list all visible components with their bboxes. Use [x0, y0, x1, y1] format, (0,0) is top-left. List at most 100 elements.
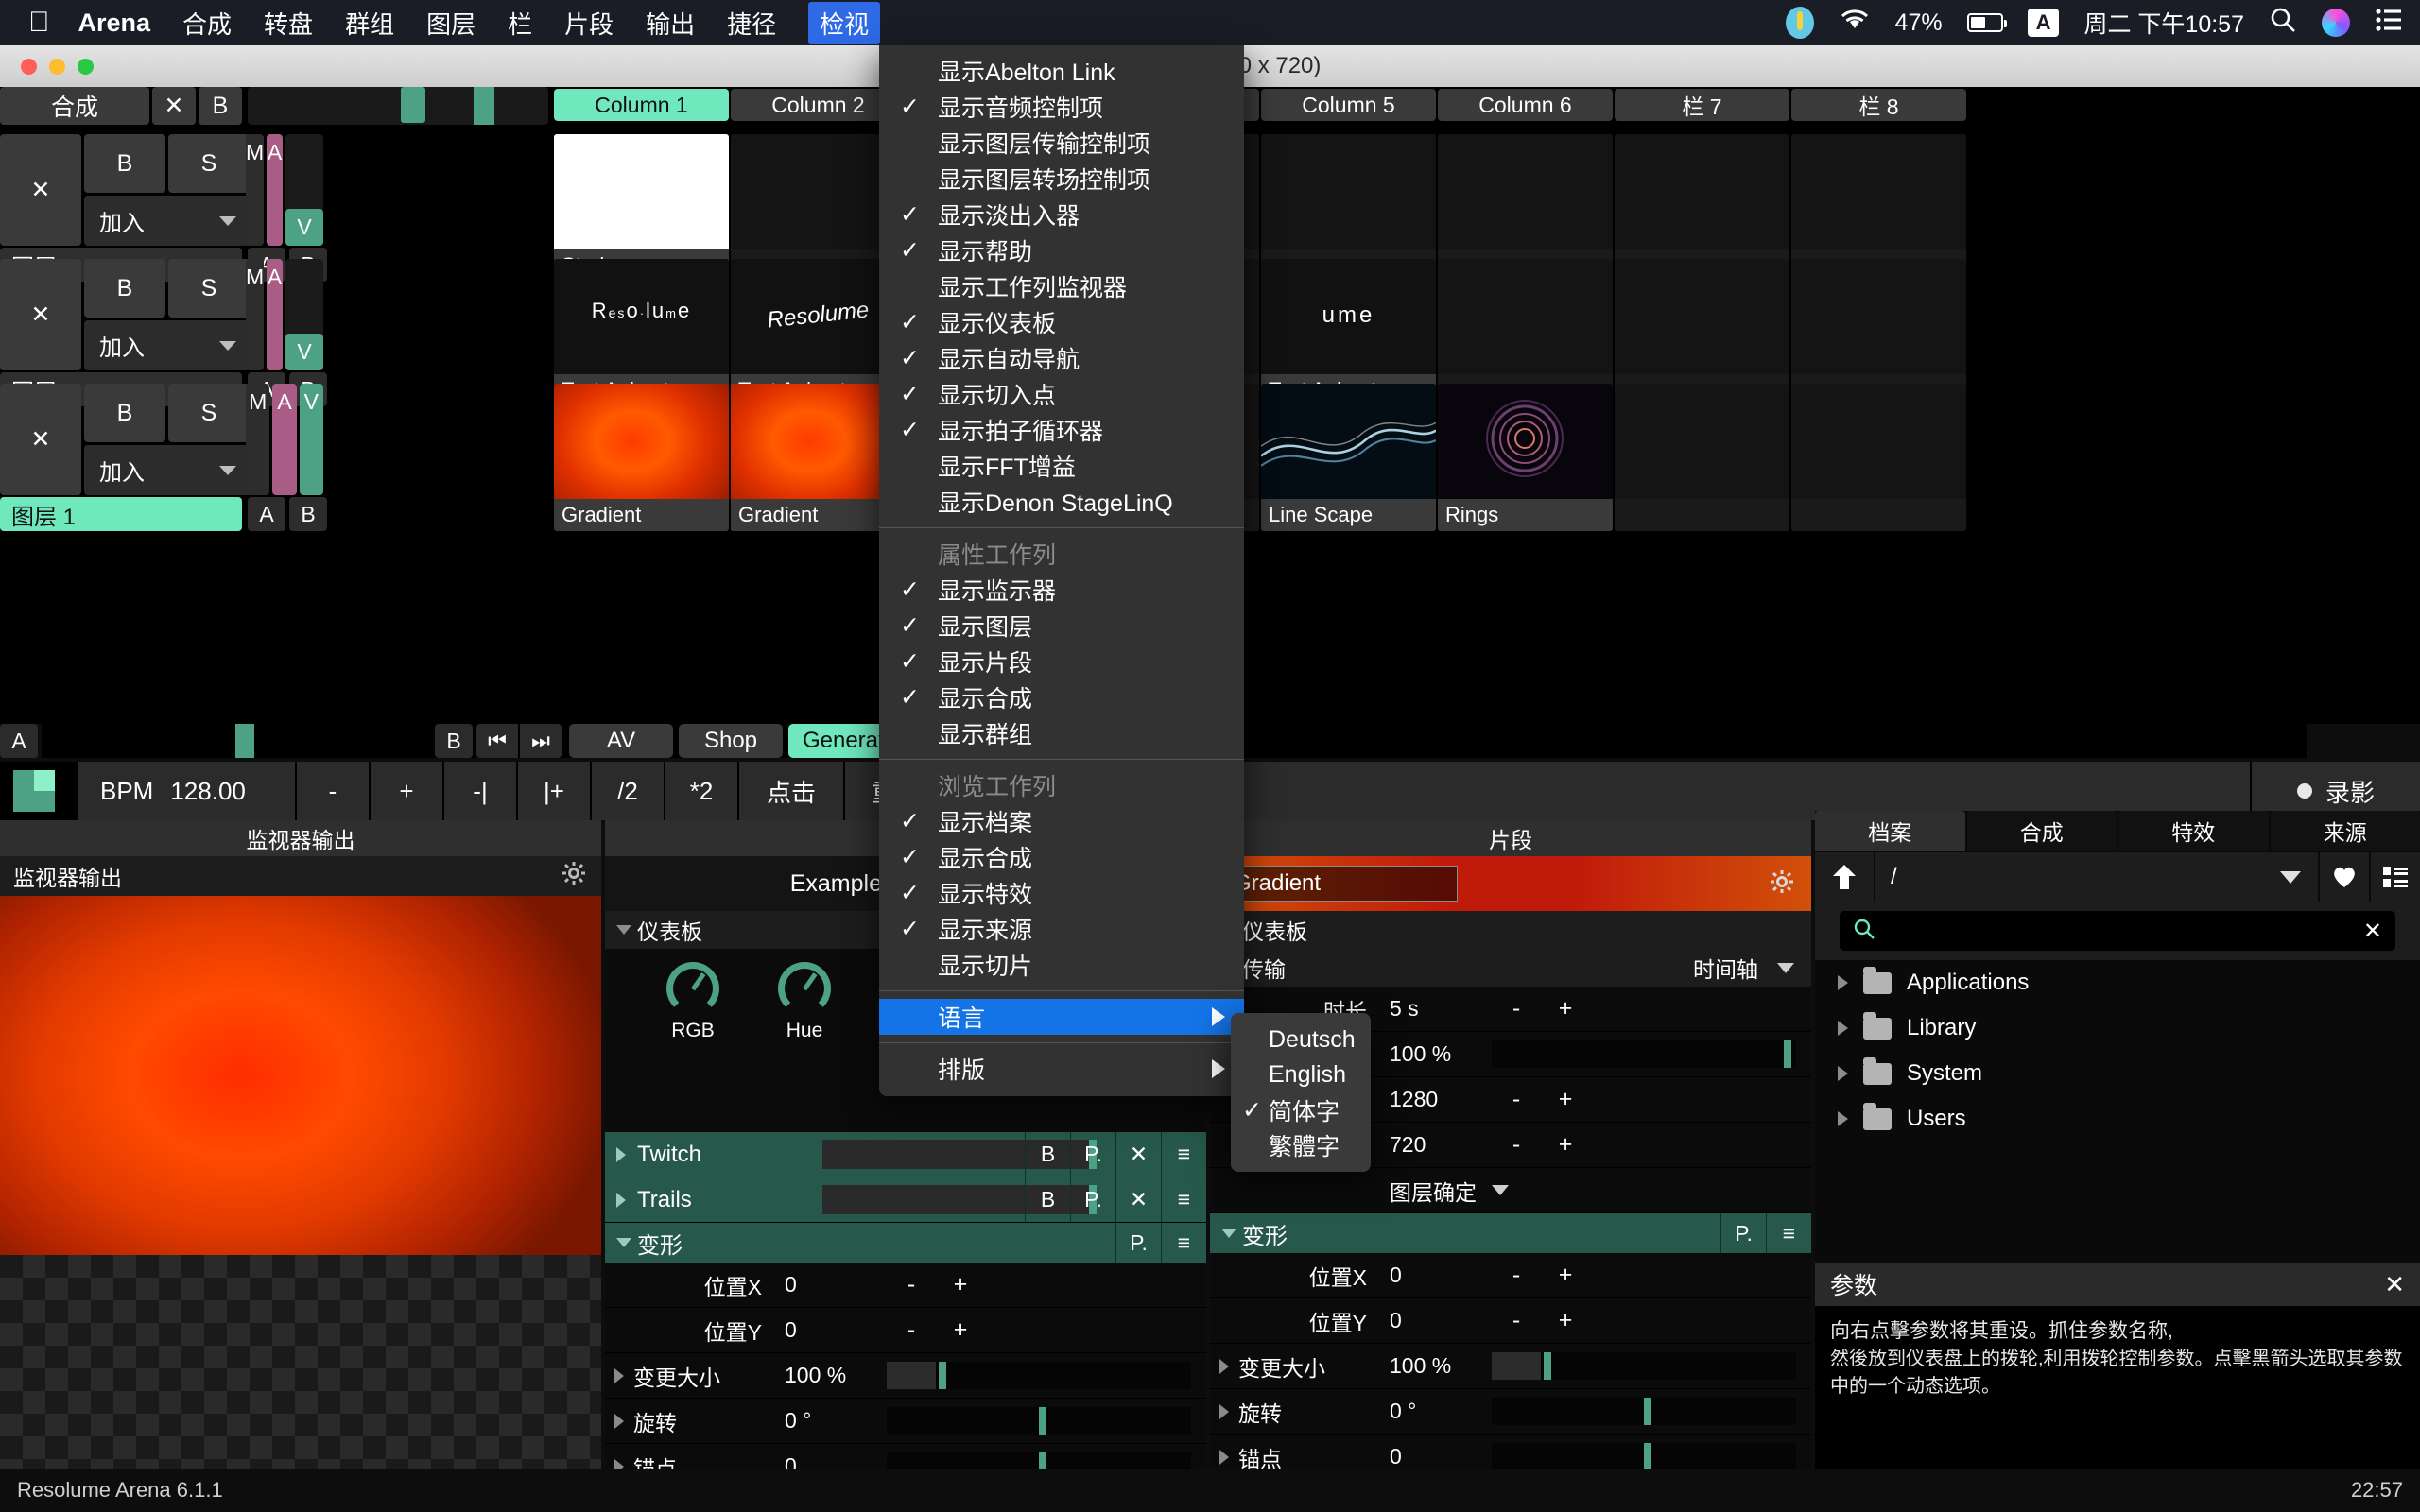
transform-preset-button[interactable]: P.	[1115, 1223, 1161, 1263]
clip-transport-mode[interactable]: 时间轴	[1693, 952, 1758, 984]
clip-transport-param-slider[interactable]	[1492, 1040, 1796, 1068]
menu-output[interactable]: 输出	[646, 6, 695, 41]
menu-item-显示工作列监视器[interactable]: 显示工作列监视器	[879, 268, 1244, 304]
tab-sources[interactable]: 来源	[2270, 811, 2420, 850]
layer-blend-mode-select[interactable]: 加入	[84, 445, 250, 495]
clip-transport-param-number[interactable]: 1280	[1390, 1087, 1492, 1112]
clip-transport-param-increment[interactable]: +	[1541, 1086, 1590, 1113]
composition-param-value[interactable]: 100 %	[773, 1353, 1206, 1398]
close-icon[interactable]: ✕	[2384, 1270, 2405, 1299]
effect-remove-button[interactable]: ✕	[1115, 1177, 1161, 1222]
search-input[interactable]: ✕	[1840, 911, 2395, 951]
clip-transport-section[interactable]: 传输 时间轴	[1210, 949, 1811, 987]
effect-remove-button[interactable]: ✕	[1115, 1132, 1161, 1177]
effect-bypass-button[interactable]: B	[1025, 1132, 1070, 1177]
clip-cell[interactable]: Line Scape	[1261, 384, 1436, 531]
composition-param-increment[interactable]: +	[936, 1316, 985, 1344]
clip-transport-param-select-value[interactable]: 图层确定	[1390, 1175, 1477, 1207]
menu-item-显示切入点[interactable]: ✓ 显示切入点	[879, 376, 1244, 412]
composition-param-increment[interactable]: +	[936, 1271, 985, 1298]
language-item-English[interactable]: English	[1231, 1057, 1371, 1092]
column-header-5[interactable]: Column 5	[1261, 89, 1436, 121]
layer-blend-mode-select[interactable]: 加入	[84, 320, 250, 370]
bpm-minus-button[interactable]: -	[297, 762, 369, 820]
close-icon[interactable]: ✕	[2363, 918, 2382, 945]
bpm-double-button[interactable]: *2	[666, 762, 737, 820]
menu-item-排版[interactable]: 排版	[879, 1051, 1244, 1087]
tab-av[interactable]: AV	[569, 724, 673, 758]
layer-solo-button[interactable]: S	[168, 259, 250, 318]
composition-param-slider[interactable]	[887, 1362, 1191, 1389]
clip-param-decrement[interactable]: -	[1492, 1307, 1541, 1334]
clip-param-value[interactable]: 0- +	[1378, 1253, 1811, 1297]
transport-previous-button[interactable]: ⏮	[476, 724, 518, 758]
composition-master-slider[interactable]	[248, 87, 548, 125]
transform-preset-button[interactable]: P.	[1720, 1213, 1766, 1253]
clip-param-value[interactable]: 100 %	[1378, 1344, 1811, 1388]
composition-param-slider[interactable]	[887, 1452, 1191, 1469]
language-item-繁體字[interactable]: 繁體字	[1231, 1127, 1371, 1162]
clock-label[interactable]: 周二 下午10:57	[2083, 6, 2244, 40]
window-close-button[interactable]	[21, 59, 37, 75]
window-zoom-button[interactable]	[78, 59, 94, 75]
clip-param-increment[interactable]: +	[1541, 1262, 1590, 1289]
composition-param-value[interactable]: 0	[773, 1444, 1206, 1469]
layer-mute-flag[interactable]: M	[246, 134, 265, 246]
layer-video-flag[interactable]: V	[285, 209, 323, 246]
gear-icon[interactable]	[1770, 869, 1794, 899]
composition-param-decrement[interactable]: -	[887, 1316, 936, 1344]
clip-param-value[interactable]: 0	[1378, 1435, 1811, 1469]
layer-video-flag[interactable]: V	[285, 334, 323, 370]
crossfader-handle[interactable]	[235, 724, 254, 758]
effect-preset-button[interactable]: P.	[1070, 1177, 1115, 1222]
layer-crossfader-a-button[interactable]: A	[248, 497, 285, 531]
layer-audio-flag[interactable]: A	[267, 134, 283, 246]
effect-preset-button[interactable]: P.	[1070, 1132, 1115, 1177]
tab-effects[interactable]: 特效	[2118, 811, 2269, 850]
clip-cell[interactable]: Gradient	[554, 384, 729, 531]
clip-transport-param-decrement[interactable]: -	[1492, 1086, 1541, 1113]
composition-bypass-button[interactable]: B	[199, 87, 242, 125]
clip-param-value[interactable]: 0- +	[1378, 1298, 1811, 1343]
composition-param-number[interactable]: 0	[785, 1272, 887, 1297]
menu-item-语言[interactable]: 语言	[879, 999, 1244, 1035]
menu-shortcuts[interactable]: 捷径	[727, 6, 776, 41]
effect-row-twitch[interactable]: Twitch B P. ✕ ≡	[605, 1132, 1206, 1177]
composition-param-value[interactable]: 0- +	[773, 1308, 1206, 1352]
clip-transport-param-decrement[interactable]: -	[1492, 995, 1541, 1022]
effect-row-trails[interactable]: Trails B P. ✕ ≡	[605, 1177, 1206, 1223]
clip-transport-param-increment[interactable]: +	[1541, 1131, 1590, 1159]
clip-param-slider[interactable]	[1492, 1398, 1796, 1425]
browser-folder-item[interactable]: Library	[1815, 1005, 2420, 1051]
composition-param-decrement[interactable]: -	[887, 1271, 936, 1298]
clip-param-value[interactable]: 0 °	[1378, 1389, 1811, 1434]
bpm-nudge-up-button[interactable]: |+	[518, 762, 590, 820]
clip-name-input[interactable]: Gradient	[1223, 866, 1458, 902]
browser-folder-item[interactable]: Users	[1815, 1096, 2420, 1142]
spotlight-search-icon[interactable]	[2269, 6, 2297, 41]
menu-item-显示FFT增益[interactable]: 显示FFT增益	[879, 448, 1244, 484]
chevron-right-icon[interactable]	[1838, 975, 1848, 990]
clip-param-decrement[interactable]: -	[1492, 1262, 1541, 1289]
menu-item-显示淡出入器[interactable]: ✓ 显示淡出入器	[879, 197, 1244, 232]
menu-item-显示特效[interactable]: ✓ 显示特效	[879, 875, 1244, 911]
up-arrow-icon[interactable]	[1815, 852, 1874, 902]
knob-rgb[interactable]: RGB	[637, 962, 749, 1132]
menu-item-显示拍子循环器[interactable]: ✓ 显示拍子循环器	[879, 412, 1244, 448]
clip-transport-param-value[interactable]: 1280- +	[1378, 1077, 1811, 1122]
clip-param-number[interactable]: 0 °	[1390, 1399, 1492, 1424]
layer-blend-mode-select[interactable]: 加入	[84, 196, 250, 246]
chevron-down-icon[interactable]	[1777, 962, 1794, 973]
menu-column[interactable]: 栏	[508, 6, 532, 41]
menu-item-显示帮助[interactable]: ✓ 显示帮助	[879, 232, 1244, 268]
tab-files[interactable]: 档案	[1815, 811, 1965, 850]
layer-close-button[interactable]: ✕	[0, 259, 81, 370]
menu-item-显示合成[interactable]: ✓ 显示合成	[879, 839, 1244, 875]
clip-transport-param-number[interactable]: 5 s	[1390, 996, 1492, 1022]
clip-param-number[interactable]: 0	[1390, 1263, 1492, 1288]
window-minimize-button[interactable]	[49, 59, 65, 75]
layer-name-3[interactable]: 图层 1	[0, 497, 242, 531]
clip-param-slider[interactable]	[1492, 1443, 1796, 1469]
clip-param-number[interactable]: 0	[1390, 1444, 1492, 1469]
column-header-6[interactable]: Column 6	[1438, 89, 1613, 121]
